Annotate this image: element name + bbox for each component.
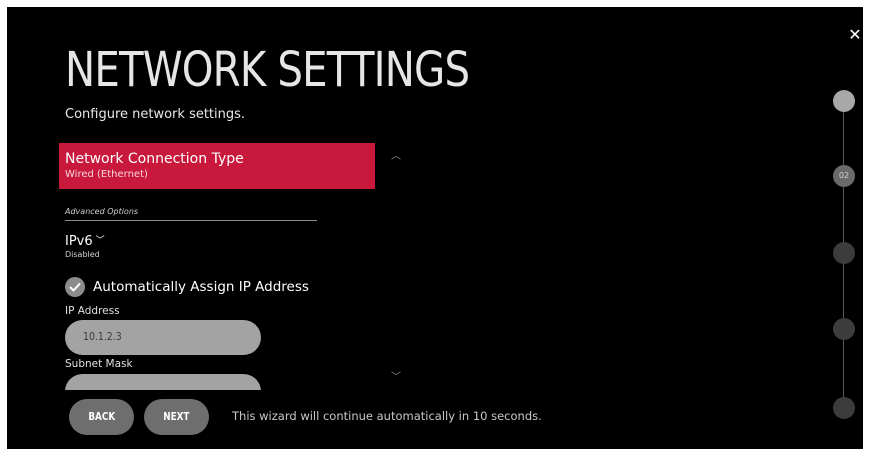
ip-address-label: IP Address <box>65 305 120 317</box>
checkmark-icon <box>65 277 85 297</box>
chevron-down-icon: ﹀ <box>95 236 105 246</box>
advanced-options-heading: Advanced Options <box>65 207 139 216</box>
tv-screen: ✕ NETWORK SETTINGS Configure network set… <box>7 7 863 449</box>
connection-type-value: Wired (Ethernet) <box>65 169 148 180</box>
close-icon[interactable]: ✕ <box>845 25 863 45</box>
step-indicator-2: 02 <box>833 165 855 187</box>
page-subtitle: Configure network settings. <box>65 107 246 122</box>
step-indicator-5 <box>833 397 855 419</box>
ip-address-value: 10.1.2.3 <box>83 330 122 343</box>
network-connection-type-option[interactable]: Network Connection Type Wired (Ethernet) <box>59 143 375 189</box>
step-indicator-4 <box>833 318 855 340</box>
connection-type-label: Network Connection Type <box>65 151 244 167</box>
wizard-countdown-note: This wizard will continue automatically … <box>232 409 542 423</box>
step-indicator-1 <box>833 90 855 112</box>
scroll-up-icon[interactable]: ︿ <box>390 152 402 162</box>
ip-address-field[interactable]: 10.1.2.3 <box>65 320 261 355</box>
auto-assign-ip-label: Automatically Assign IP Address <box>93 279 309 295</box>
ipv6-value: Disabled <box>65 250 100 259</box>
advanced-options-divider <box>65 220 317 221</box>
scroll-down-icon[interactable]: ﹀ <box>390 373 402 383</box>
back-button[interactable]: BACK <box>69 399 134 435</box>
step-indicator-3 <box>833 242 855 264</box>
ipv6-dropdown[interactable]: IPv6 ﹀ Disabled <box>65 233 105 260</box>
next-button[interactable]: NEXT <box>144 399 209 435</box>
page-title: NETWORK SETTINGS <box>65 42 470 98</box>
subnet-mask-label: Subnet Mask <box>65 358 133 370</box>
ipv6-label: IPv6 <box>65 234 93 249</box>
